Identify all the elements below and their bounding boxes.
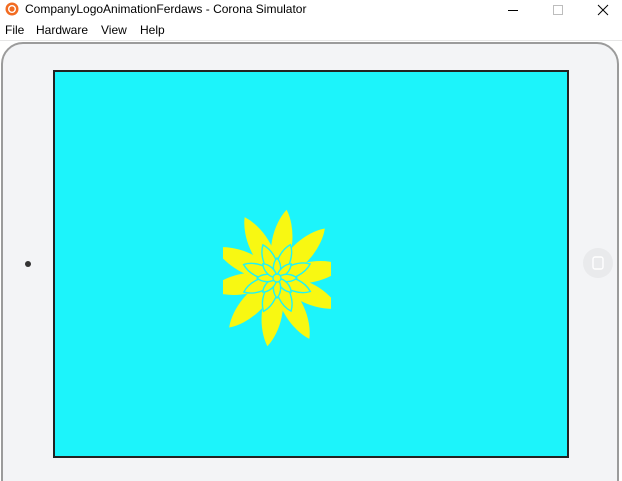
menu-help[interactable]: Help (140, 23, 165, 38)
menu-hardware[interactable]: Hardware (36, 23, 88, 38)
simulator-screen[interactable] (53, 70, 569, 458)
close-icon (597, 4, 608, 16)
menu-bar: File Hardware View Help (0, 21, 622, 40)
home-icon (592, 256, 604, 270)
menu-divider (0, 40, 622, 41)
flower-center (272, 273, 282, 283)
title-bar: CompanyLogoAnimationFerdaws - Corona Sim… (0, 0, 622, 20)
window-title: CompanyLogoAnimationFerdaws - Corona Sim… (25, 2, 307, 16)
home-button[interactable] (583, 248, 613, 278)
menu-view[interactable]: View (101, 23, 127, 38)
flower-logo-icon (223, 209, 331, 347)
minimize-button[interactable] (490, 0, 535, 20)
maximize-button[interactable] (535, 0, 580, 20)
menu-file[interactable]: File (5, 23, 24, 38)
simulator-window: CompanyLogoAnimationFerdaws - Corona Sim… (0, 0, 622, 481)
minimize-icon (507, 10, 518, 11)
corona-app-icon (5, 2, 19, 16)
camera-icon (25, 261, 31, 267)
maximize-icon (552, 5, 563, 15)
close-button[interactable] (580, 0, 622, 20)
